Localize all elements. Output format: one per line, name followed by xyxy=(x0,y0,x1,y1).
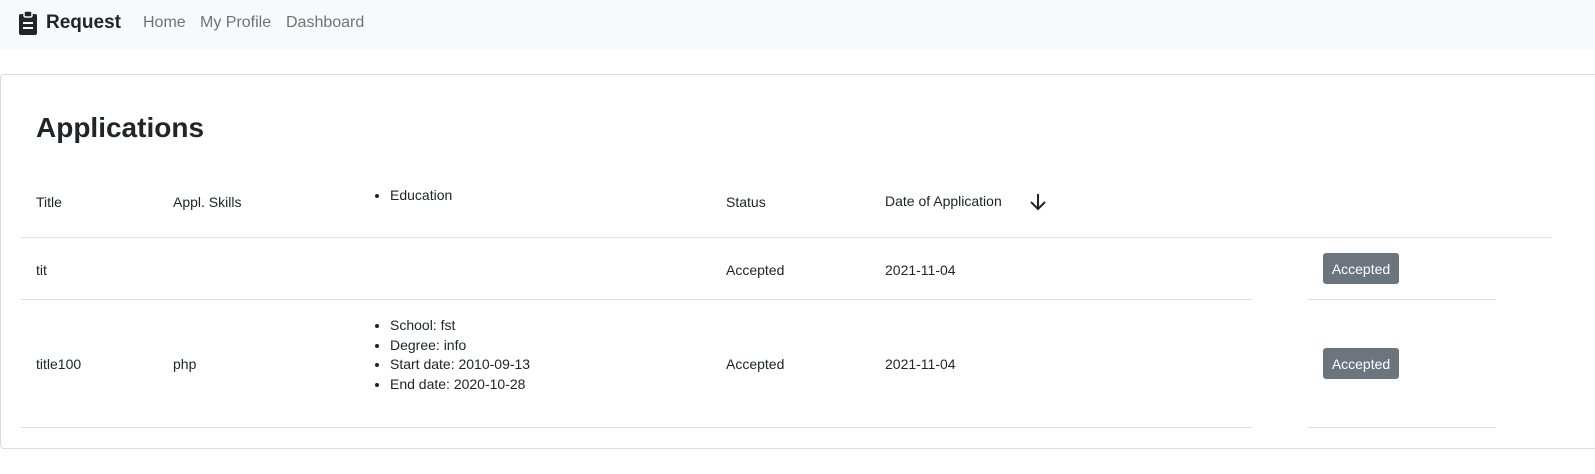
education-school: School: fst xyxy=(390,316,530,336)
column-header-skills: Appl. Skills xyxy=(173,194,242,210)
row-divider xyxy=(21,299,1252,300)
nav-link-home[interactable]: Home xyxy=(143,14,186,32)
row-skills: php xyxy=(173,356,197,372)
accepted-button[interactable]: Accepted xyxy=(1323,253,1399,284)
row-title: title100 xyxy=(36,356,82,372)
row-divider xyxy=(21,427,1252,428)
column-header-status: Status xyxy=(726,194,766,210)
navbar: Request Home My Profile Dashboard xyxy=(0,0,1595,50)
accepted-button[interactable]: Accepted xyxy=(1323,348,1399,379)
brand[interactable]: Request xyxy=(18,7,121,39)
education-start-date: Start date: 2010-09-13 xyxy=(390,355,530,375)
column-header-date[interactable]: Date of Application xyxy=(885,193,1002,209)
education-degree: Degree: info xyxy=(390,336,530,356)
row-status: Accepted xyxy=(726,262,785,278)
row-date: 2021-11-04 xyxy=(885,262,956,278)
column-header-education: Education xyxy=(372,186,452,206)
arrow-down-icon[interactable] xyxy=(1028,192,1048,212)
row-title: tit xyxy=(36,262,47,278)
clipboard-icon xyxy=(19,10,37,35)
row-divider-action xyxy=(1307,427,1496,428)
nav-link-dashboard[interactable]: Dashboard xyxy=(286,14,364,32)
brand-text: Request xyxy=(46,12,121,33)
row-education-list: School: fst Degree: info Start date: 201… xyxy=(372,316,530,394)
header-divider xyxy=(21,237,1552,238)
column-header-education-label: Education xyxy=(390,186,452,206)
education-end-date: End date: 2020-10-28 xyxy=(390,375,530,395)
page-title: Applications xyxy=(36,112,205,143)
column-header-title: Title xyxy=(36,194,62,210)
row-divider-action xyxy=(1307,299,1496,300)
row-status: Accepted xyxy=(726,356,785,372)
row-date: 2021-11-04 xyxy=(885,356,956,372)
nav-link-my-profile[interactable]: My Profile xyxy=(200,14,271,32)
